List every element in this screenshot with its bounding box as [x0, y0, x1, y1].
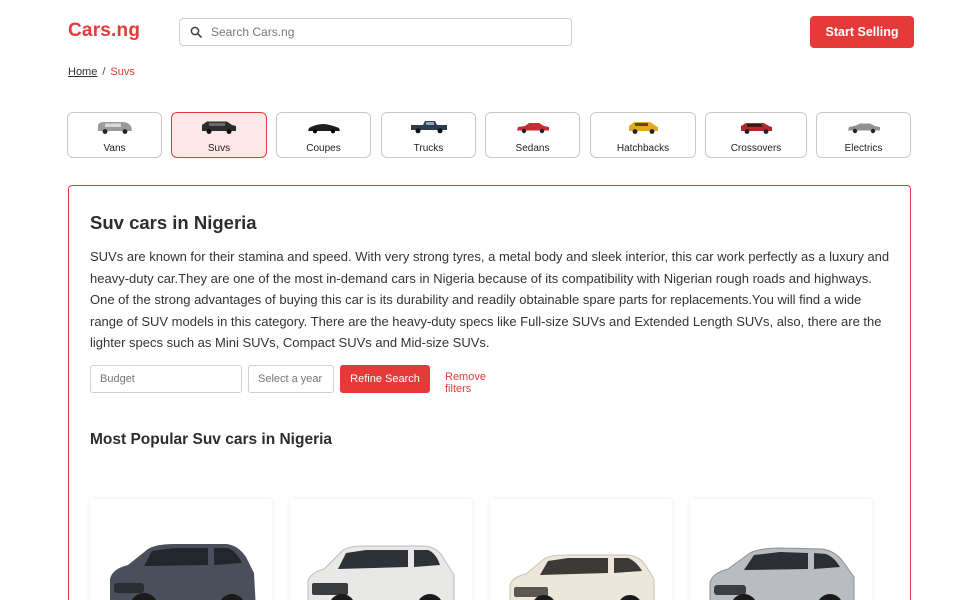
- category-sedans[interactable]: Sedans: [485, 112, 580, 158]
- site-logo[interactable]: Cars.ng: [68, 20, 140, 42]
- category-vans[interactable]: Vans: [67, 112, 162, 158]
- breadcrumb: Home / Suvs: [68, 66, 135, 78]
- electric-car-icon: [847, 123, 880, 134]
- category-coupes[interactable]: Coupes: [276, 112, 371, 158]
- crossover-suv-photo: [709, 547, 855, 600]
- category-label: Trucks: [413, 143, 444, 154]
- category-label: Suvs: [207, 143, 231, 154]
- category-trucks[interactable]: Trucks: [381, 112, 476, 158]
- category-label: Vans: [103, 143, 126, 154]
- luxury-suv-photo: [307, 545, 455, 600]
- car-card[interactable]: [290, 499, 472, 600]
- breadcrumb-separator: /: [102, 66, 106, 78]
- car-card[interactable]: [490, 499, 672, 600]
- popular-section-title: Most Popular Suv cars in Nigeria: [90, 431, 333, 448]
- van-icon: [97, 122, 132, 134]
- category-panel: Suv cars in Nigeria SUVs are known for t…: [68, 185, 911, 600]
- car-card[interactable]: [90, 499, 272, 600]
- search-icon: [190, 26, 202, 38]
- category-hatchbacks[interactable]: Hatchbacks: [590, 112, 696, 158]
- page-title: Suv cars in Nigeria: [90, 212, 257, 233]
- category-label: Hatchbacks: [616, 143, 670, 154]
- car-card[interactable]: [690, 499, 872, 600]
- category-label: Electrics: [844, 143, 883, 154]
- category-label: Sedans: [515, 143, 550, 154]
- truck-icon: [410, 121, 447, 134]
- start-selling-button[interactable]: Start Selling: [810, 16, 914, 48]
- coupe-icon: [307, 124, 340, 134]
- breadcrumb-current: Suvs: [110, 66, 135, 78]
- refine-search-button[interactable]: Refine Search: [340, 365, 430, 393]
- category-suvs[interactable]: Suvs: [171, 112, 267, 158]
- category-label: Crossovers: [730, 143, 782, 154]
- suv-icon: [202, 121, 236, 134]
- fullsize-suv-photo: [509, 554, 655, 600]
- compact-suv-photo: [110, 544, 256, 600]
- crossover-icon: [741, 123, 772, 134]
- budget-input[interactable]: [90, 365, 242, 393]
- year-select[interactable]: Select a year: [248, 365, 334, 393]
- category-crossovers[interactable]: Crossovers: [705, 112, 807, 158]
- breadcrumb-home-link[interactable]: Home: [68, 66, 97, 78]
- sedan-icon: [516, 123, 549, 134]
- category-description: SUVs are known for their stamina and spe…: [90, 249, 890, 350]
- search-input[interactable]: [211, 25, 541, 39]
- search-bar[interactable]: [179, 18, 572, 46]
- remove-filters-link[interactable]: Remove filters: [445, 371, 486, 395]
- category-label: Coupes: [306, 143, 341, 154]
- hatchback-icon: [629, 122, 658, 134]
- category-electrics[interactable]: Electrics: [816, 112, 911, 158]
- site-header: Cars.ng Start Selling: [0, 0, 960, 64]
